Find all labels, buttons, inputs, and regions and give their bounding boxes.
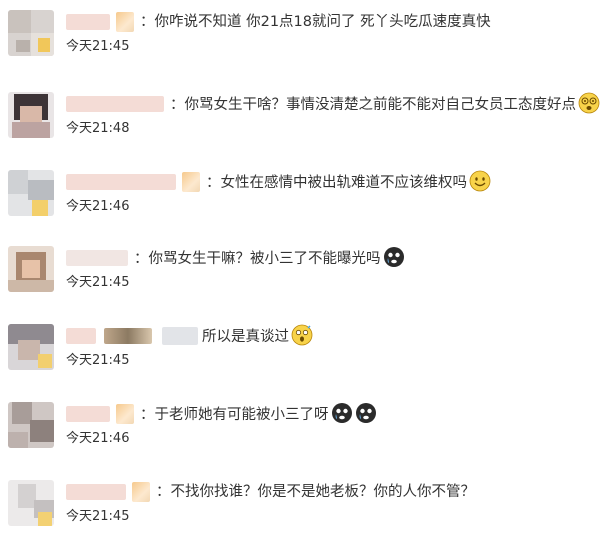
crying-black-face-icon [331,403,352,423]
avatar[interactable] [8,170,54,216]
crying-black-face-icon [383,247,404,267]
username-blurred[interactable] [66,96,164,112]
user-badge [116,12,134,32]
comment-time: 今天21:45 [66,353,130,368]
comment-item: ：你骂女生干啥？事情没清楚之前能不能对自己女员工态度好点 今天21:48 [0,92,600,168]
avatar[interactable] [8,324,54,370]
smile-face-icon [469,170,491,192]
comment-text: ：于老师她有可能被小三了呀 [140,402,377,427]
comment-time: 今天21:46 [66,199,130,214]
comment-item: ：不找你找谁？你是不是她老板？你的人你不管？ 今天21:45 [0,480,600,556]
comment-time: 今天21:45 [66,39,130,54]
avatar[interactable] [8,480,54,526]
shocked-face-icon [291,324,313,346]
comment-time: 今天21:45 [66,509,130,524]
avatar[interactable] [8,246,54,292]
username-blurred[interactable] [162,327,198,345]
comment-item: ：女性在感情中被出轨难道不应该维权吗 今天21:46 [0,170,600,246]
comment-text: ：女性在感情中被出轨难道不应该维权吗 [206,170,491,195]
comment-time: 今天21:45 [66,275,130,290]
username-blurred[interactable] [66,328,96,344]
comment-item: 所以是真谈过 今天21:45 [0,324,600,400]
user-badge [182,172,200,192]
comment-text: ：你咋说不知道 你21点18就问了 死丫头吃瓜速度真快 [140,14,491,30]
comment-time: 今天21:46 [66,431,130,446]
comment-text: ：你骂女生干嘛？被小三了不能曝光吗 [134,246,405,271]
comment-text: 所以是真谈过 [202,324,313,349]
comment-text: ：你骂女生干啥？事情没清楚之前能不能对自己女员工态度好点 [170,92,600,117]
username-blurred[interactable] [66,484,126,500]
comment-item: ：你咋说不知道 你21点18就问了 死丫头吃瓜速度真快 今天21:45 [0,10,600,86]
avatar[interactable] [8,402,54,448]
crying-black-face-icon [355,403,376,423]
username-blurred[interactable] [66,174,176,190]
avatar[interactable] [8,10,54,56]
user-badge [116,404,134,424]
username-blurred[interactable] [66,406,110,422]
comment-item: ：你骂女生干嘛？被小三了不能曝光吗 今天21:45 [0,246,600,322]
dizzy-face-icon [578,92,600,114]
user-badge [132,482,150,502]
avatar[interactable] [8,92,54,138]
comment-text: ：不找你找谁？你是不是她老板？你的人你不管？ [156,484,475,500]
comment-item: ：于老师她有可能被小三了呀 今天21:46 [0,402,600,478]
username-blurred[interactable] [104,328,152,344]
comment-time: 今天21:48 [66,121,130,136]
username-blurred[interactable] [66,14,110,30]
username-blurred[interactable] [66,250,128,266]
